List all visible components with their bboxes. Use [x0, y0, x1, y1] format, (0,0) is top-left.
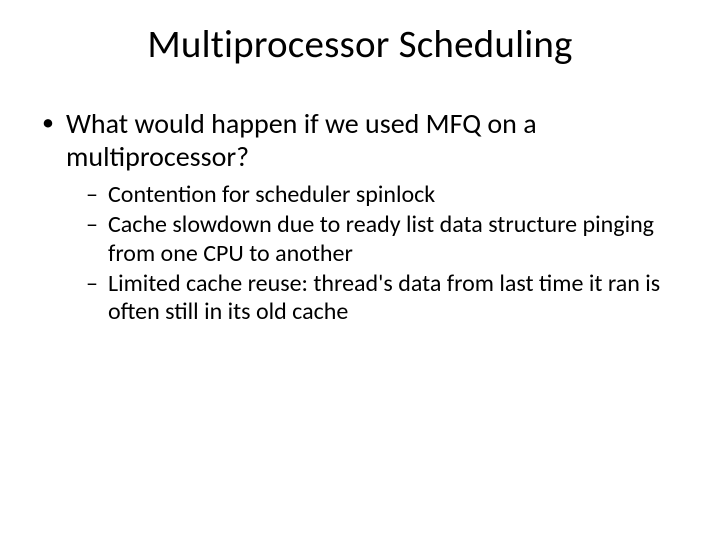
sub-bullet-item: Cache slowdown due to ready list data st…	[86, 211, 682, 268]
sub-bullet-text: Limited cache reuse: thread's data from …	[108, 269, 660, 326]
sub-bullet-item: Contention for scheduler spinlock	[86, 181, 682, 209]
bullet-list-level1: What would happen if we used MFQ on a mu…	[38, 107, 682, 327]
sub-bullet-text: Cache slowdown due to ready list data st…	[108, 210, 654, 267]
sub-bullet-item: Limited cache reuse: thread's data from …	[86, 270, 682, 327]
bullet-item: What would happen if we used MFQ on a mu…	[38, 107, 682, 327]
sub-bullet-text: Contention for scheduler spinlock	[108, 180, 435, 209]
bullet-text: What would happen if we used MFQ on a mu…	[66, 106, 537, 174]
slide: Multiprocessor Scheduling What would hap…	[0, 0, 720, 540]
bullet-list-level2: Contention for scheduler spinlock Cache …	[66, 181, 682, 327]
slide-title: Multiprocessor Scheduling	[38, 24, 682, 67]
